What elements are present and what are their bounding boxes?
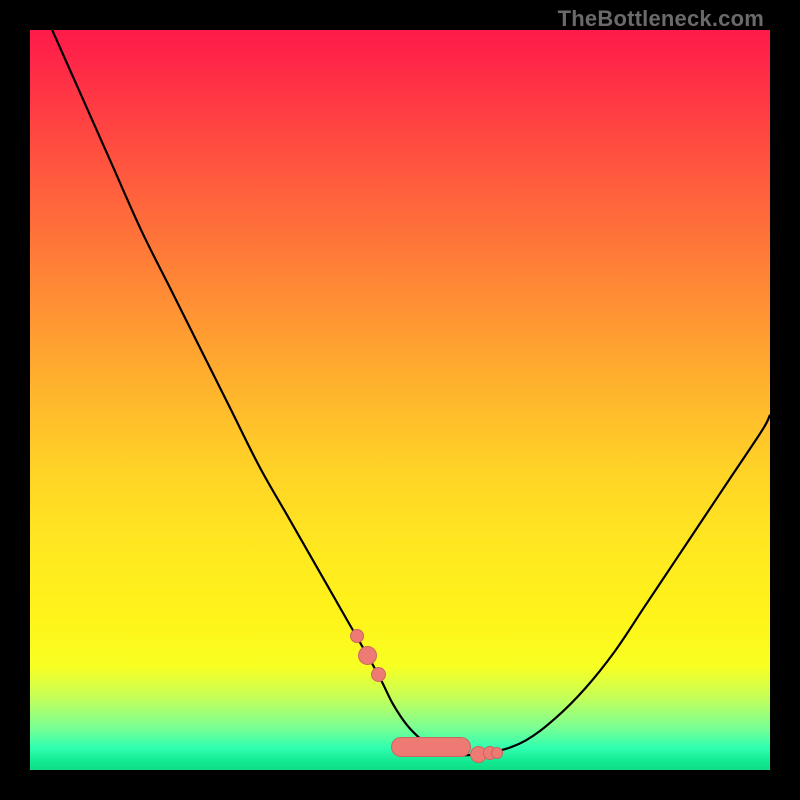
marker-circle-5 bbox=[491, 747, 503, 759]
optimal-zone-pill bbox=[391, 737, 471, 757]
attribution-text: TheBottleneck.com bbox=[558, 6, 764, 32]
chart-frame: TheBottleneck.com bbox=[0, 0, 800, 800]
optimal-markers bbox=[30, 30, 770, 770]
plot-area bbox=[30, 30, 770, 770]
marker-circle-1 bbox=[358, 646, 377, 665]
marker-circle-2 bbox=[371, 667, 386, 682]
marker-circle-0 bbox=[350, 629, 364, 643]
